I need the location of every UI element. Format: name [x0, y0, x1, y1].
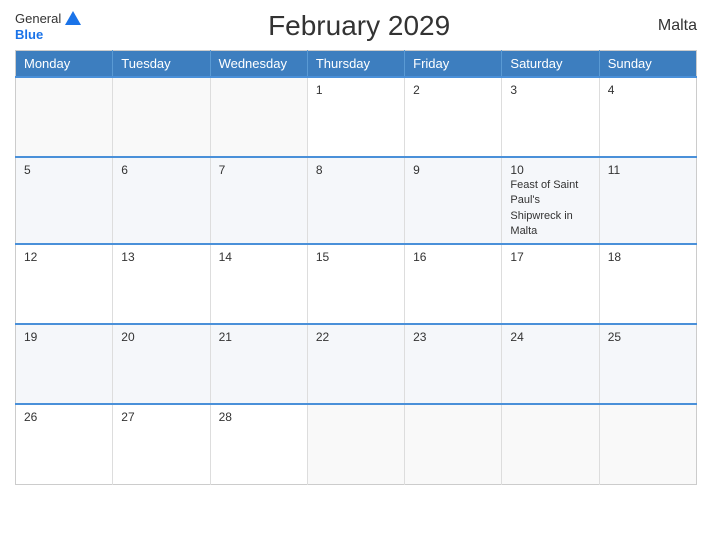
day-event: Feast of Saint Paul's Shipwreck in Malta: [510, 179, 578, 237]
day-number: 20: [121, 330, 201, 344]
day-number: 22: [316, 330, 396, 344]
day-number: 8: [316, 163, 396, 177]
day-number: 28: [219, 410, 299, 424]
calendar-day: 4: [599, 77, 696, 157]
calendar-day: 6: [113, 157, 210, 244]
day-number: 24: [510, 330, 590, 344]
day-number: 1: [316, 83, 396, 97]
calendar-day: 22: [307, 324, 404, 404]
calendar-day: 16: [405, 244, 502, 324]
calendar-day: 5: [16, 157, 113, 244]
calendar-title: February 2029: [81, 10, 637, 42]
day-number: 6: [121, 163, 201, 177]
day-number: 4: [608, 83, 688, 97]
calendar-day: 8: [307, 157, 404, 244]
calendar-day: 14: [210, 244, 307, 324]
calendar-day: 18: [599, 244, 696, 324]
calendar-day: 3: [502, 77, 599, 157]
column-header-sunday: Sunday: [599, 51, 696, 78]
calendar-day: 25: [599, 324, 696, 404]
day-number: 5: [24, 163, 104, 177]
week-row: 26 27 28: [16, 404, 697, 484]
calendar-header-row: MondayTuesdayWednesdayThursdayFridaySatu…: [16, 51, 697, 78]
day-number: 21: [219, 330, 299, 344]
calendar-day: [307, 404, 404, 484]
calendar-day: 11: [599, 157, 696, 244]
calendar-day: 17: [502, 244, 599, 324]
calendar-day: 19: [16, 324, 113, 404]
column-header-saturday: Saturday: [502, 51, 599, 78]
calendar-day: 20: [113, 324, 210, 404]
calendar-day: [210, 77, 307, 157]
day-number: 11: [608, 163, 688, 177]
day-number: 16: [413, 250, 493, 264]
day-number: 13: [121, 250, 201, 264]
calendar-day: 13: [113, 244, 210, 324]
calendar-day: 28: [210, 404, 307, 484]
calendar-day: [599, 404, 696, 484]
day-number: 9: [413, 163, 493, 177]
calendar-container: General Blue February 2029 Malta MondayT…: [0, 0, 712, 550]
logo: General Blue: [15, 11, 81, 42]
calendar-day: 15: [307, 244, 404, 324]
day-number: 7: [219, 163, 299, 177]
calendar-day: 1: [307, 77, 404, 157]
calendar-day: [502, 404, 599, 484]
week-row: 19 20 21 22 23 24 25: [16, 324, 697, 404]
logo-triangle-icon: [65, 11, 81, 25]
calendar-day: 10 Feast of Saint Paul's Shipwreck in Mal…: [502, 157, 599, 244]
day-number: 17: [510, 250, 590, 264]
column-header-wednesday: Wednesday: [210, 51, 307, 78]
calendar-header: General Blue February 2029 Malta: [15, 10, 697, 42]
calendar-day: 21: [210, 324, 307, 404]
week-row: 12 13 14 15 16 17 18: [16, 244, 697, 324]
day-number: 14: [219, 250, 299, 264]
day-number: 27: [121, 410, 201, 424]
calendar-day: 24: [502, 324, 599, 404]
calendar-day: 9: [405, 157, 502, 244]
day-number: 26: [24, 410, 104, 424]
country-label: Malta: [637, 17, 697, 35]
day-number: 23: [413, 330, 493, 344]
day-number: 25: [608, 330, 688, 344]
column-header-tuesday: Tuesday: [113, 51, 210, 78]
calendar-day: [405, 404, 502, 484]
day-number: 10: [510, 163, 590, 177]
calendar-day: 7: [210, 157, 307, 244]
calendar-day: [113, 77, 210, 157]
calendar-day: 2: [405, 77, 502, 157]
calendar-day: 26: [16, 404, 113, 484]
day-number: 12: [24, 250, 104, 264]
week-row: 1 2 3 4: [16, 77, 697, 157]
calendar-day: 12: [16, 244, 113, 324]
calendar-day: [16, 77, 113, 157]
column-header-thursday: Thursday: [307, 51, 404, 78]
day-number: 3: [510, 83, 590, 97]
column-header-monday: Monday: [16, 51, 113, 78]
day-number: 18: [608, 250, 688, 264]
calendar-table: MondayTuesdayWednesdayThursdayFridaySatu…: [15, 50, 697, 485]
day-number: 2: [413, 83, 493, 97]
day-number: 15: [316, 250, 396, 264]
column-header-friday: Friday: [405, 51, 502, 78]
day-number: 19: [24, 330, 104, 344]
calendar-day: 23: [405, 324, 502, 404]
week-row: 5 6 7 8 9 10 Feast of Saint Paul's Shipwreck i…: [16, 157, 697, 244]
logo-general-text: General: [15, 11, 61, 26]
calendar-day: 27: [113, 404, 210, 484]
logo-blue-text: Blue: [15, 27, 43, 42]
